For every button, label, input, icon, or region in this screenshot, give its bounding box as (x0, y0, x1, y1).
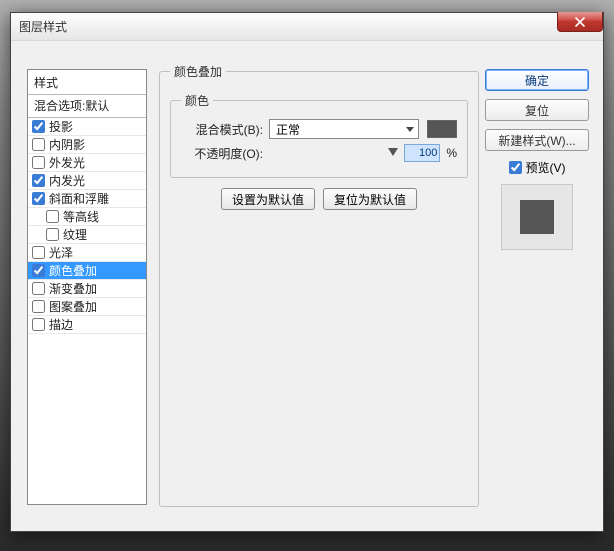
new-style-button[interactable]: 新建样式(W)... (485, 129, 589, 151)
style-row[interactable]: 颜色叠加 (28, 262, 146, 280)
right-panel: 确定 复位 新建样式(W)... 预览(V) (485, 69, 589, 250)
style-row[interactable]: 渐变叠加 (28, 280, 146, 298)
color-legend: 颜色 (181, 92, 213, 109)
style-row[interactable]: 斜面和浮雕 (28, 190, 146, 208)
ok-button[interactable]: 确定 (485, 69, 589, 91)
style-label: 斜面和浮雕 (49, 190, 109, 207)
blend-mode-select[interactable]: 正常 (269, 119, 419, 139)
style-label: 颜色叠加 (49, 262, 97, 279)
style-label: 图案叠加 (49, 298, 97, 315)
reset-default-button[interactable]: 复位为默认值 (323, 188, 417, 210)
style-row[interactable]: 光泽 (28, 244, 146, 262)
style-checkbox[interactable] (46, 210, 59, 223)
style-row[interactable]: 内发光 (28, 172, 146, 190)
set-default-button[interactable]: 设置为默认值 (221, 188, 315, 210)
slider-thumb-icon[interactable] (388, 148, 398, 156)
opacity-unit: % (446, 146, 457, 160)
style-checkbox[interactable] (32, 156, 45, 169)
style-checkbox[interactable] (32, 264, 45, 277)
style-row[interactable]: 描边 (28, 316, 146, 334)
style-checkbox[interactable] (32, 192, 45, 205)
style-label: 描边 (49, 316, 73, 333)
style-row[interactable]: 外发光 (28, 154, 146, 172)
style-row[interactable]: 投影 (28, 118, 146, 136)
titlebar[interactable]: 图层样式 (11, 13, 603, 41)
style-checkbox[interactable] (32, 138, 45, 151)
style-checkbox[interactable] (32, 282, 45, 295)
style-checkbox[interactable] (32, 120, 45, 133)
styles-header: 样式 (28, 72, 146, 94)
style-checkbox[interactable] (32, 246, 45, 259)
style-checkbox[interactable] (32, 174, 45, 187)
opacity-row: 不透明度(O): % (181, 141, 457, 165)
style-row[interactable]: 内阴影 (28, 136, 146, 154)
color-swatch-button[interactable] (427, 120, 457, 138)
style-label: 渐变叠加 (49, 280, 97, 297)
style-checkbox[interactable] (32, 318, 45, 331)
styles-list: 样式 混合选项:默认 投影内阴影外发光内发光斜面和浮雕等高线纹理光泽颜色叠加渐变… (27, 69, 147, 505)
style-row[interactable]: 图案叠加 (28, 298, 146, 316)
preview-swatch (520, 200, 554, 234)
opacity-input[interactable] (404, 144, 440, 162)
blend-mode-value: 正常 (276, 121, 300, 138)
opacity-slider[interactable] (269, 146, 398, 160)
style-label: 等高线 (63, 208, 99, 225)
color-overlay-group: 颜色叠加 颜色 混合模式(B): 正常 不透明度(O): (159, 63, 479, 507)
style-checkbox[interactable] (32, 300, 45, 313)
color-overlay-legend: 颜色叠加 (170, 63, 226, 80)
default-buttons-row: 设置为默认值 复位为默认值 (170, 188, 468, 210)
window-title: 图层样式 (19, 18, 67, 35)
style-label: 外发光 (49, 154, 85, 171)
close-button[interactable] (557, 12, 603, 32)
style-row[interactable]: 纹理 (28, 226, 146, 244)
preview-checkbox[interactable] (509, 161, 522, 174)
preview-label: 预览(V) (526, 159, 566, 176)
blend-mode-row: 混合模式(B): 正常 (181, 117, 457, 141)
style-row[interactable]: 等高线 (28, 208, 146, 226)
settings-panel: 颜色叠加 颜色 混合模式(B): 正常 不透明度(O): (159, 63, 479, 507)
style-label: 纹理 (63, 226, 87, 243)
color-group: 颜色 混合模式(B): 正常 不透明度(O): (170, 92, 468, 178)
blend-mode-label: 混合模式(B): (181, 121, 263, 138)
cancel-button[interactable]: 复位 (485, 99, 589, 121)
style-label: 内发光 (49, 172, 85, 189)
style-label: 内阴影 (49, 136, 85, 153)
chevron-down-icon (406, 127, 414, 132)
preview-toggle[interactable]: 预览(V) (485, 159, 589, 176)
style-label: 投影 (49, 118, 73, 135)
preview-box (501, 184, 573, 250)
layer-style-dialog: 图层样式 样式 混合选项:默认 投影内阴影外发光内发光斜面和浮雕等高线纹理光泽颜… (10, 12, 604, 532)
style-checkbox[interactable] (46, 228, 59, 241)
style-label: 光泽 (49, 244, 73, 261)
close-icon (575, 17, 585, 27)
opacity-label: 不透明度(O): (181, 145, 263, 162)
blending-options-row[interactable]: 混合选项:默认 (28, 94, 146, 118)
